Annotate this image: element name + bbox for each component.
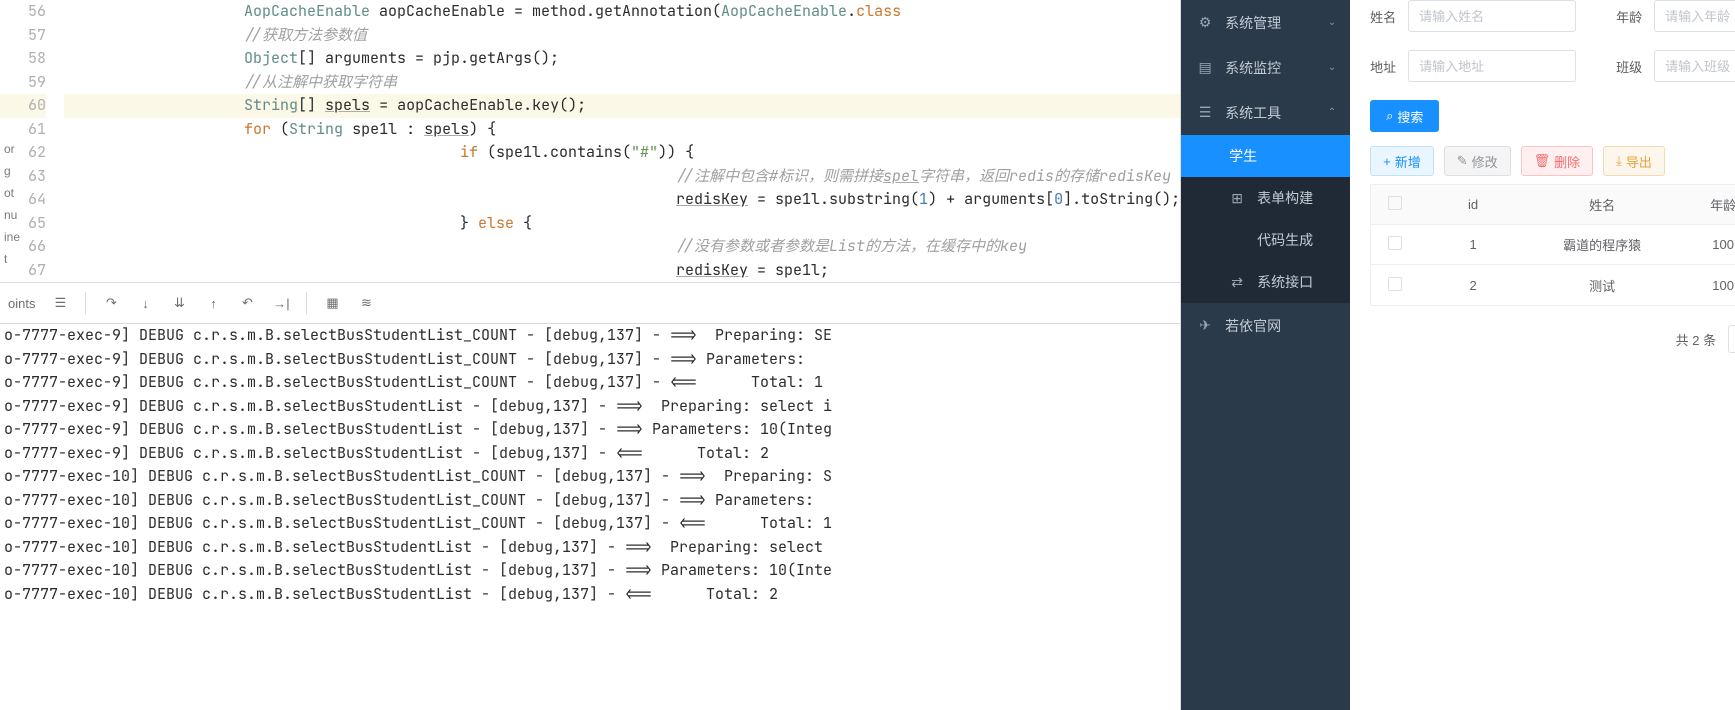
trash-icon: 🗑 [1534, 153, 1551, 169]
table-header: id 姓名 年龄 地址 班级 [1371, 185, 1735, 225]
col-age: 年龄 [1677, 195, 1735, 214]
row-checkbox[interactable] [1388, 277, 1402, 291]
sidebar-item-系统工具[interactable]: ☰ 系统工具 ⌃ [1181, 90, 1350, 135]
force-step-icon[interactable]: ⇊ [170, 294, 188, 312]
cell-age: 100 [1677, 278, 1735, 293]
col-id: id [1419, 197, 1527, 212]
sidebar-item-系统管理[interactable]: ⚙ 系统管理 ⌄ [1181, 0, 1350, 45]
page-size-select[interactable]: 10条/页 [1728, 325, 1735, 353]
ide-pane: 565758596061626364656667 AopCacheEnable … [0, 0, 1181, 710]
pager-total: 共 2 条 [1676, 330, 1716, 349]
trace-icon[interactable]: ≋ [357, 294, 375, 312]
sidebar-item-若依官网[interactable]: ✈ 若依官网 [1181, 303, 1350, 348]
label-name: 姓名 [1370, 7, 1398, 26]
label-age: 年龄 [1616, 7, 1644, 26]
menu-icon: ▤ [1197, 59, 1213, 76]
cell-age: 100 [1677, 237, 1735, 252]
evaluate-icon[interactable]: ▦ [323, 294, 341, 312]
data-table: id 姓名 年龄 地址 班级 1霸道的程序猿100CSDN程序猿一班2测试100… [1370, 184, 1735, 306]
sidebar-item-label: 若依官网 [1225, 316, 1281, 336]
export-button[interactable]: ⤓ 导出 [1603, 146, 1665, 176]
separator [85, 292, 86, 314]
download-icon: ⤓ [1616, 153, 1622, 169]
menu-icon: ☰ [1197, 104, 1213, 121]
addr-input[interactable] [1408, 50, 1576, 82]
chevron-icon: ⌃ [1328, 107, 1336, 118]
sidebar-item-代码生成[interactable]: 代码生成 [1181, 219, 1350, 261]
sidebar-item-label: 系统管理 [1225, 13, 1281, 33]
class-input[interactable] [1654, 50, 1735, 82]
edit-button[interactable]: ✎ 修改 [1444, 146, 1511, 176]
chevron-icon: ⌄ [1328, 17, 1336, 28]
chevron-icon: ⌄ [1328, 62, 1336, 73]
label-addr: 地址 [1370, 57, 1398, 76]
filter-bar: 姓名 年龄 地址 班级 ⌕ 搜索 [1370, 0, 1735, 144]
debug-toolbar: oints ☰ ↷ ↓ ⇊ ↑ ↶ →| ▦ ≋ [0, 282, 1180, 324]
select-all-checkbox[interactable] [1388, 196, 1402, 210]
menu-icon: ⚙ [1197, 14, 1213, 31]
row-checkbox[interactable] [1388, 236, 1402, 250]
menu-icon: ⊞ [1229, 190, 1245, 207]
pencil-icon: ✎ [1457, 153, 1468, 169]
code-editor[interactable]: 565758596061626364656667 AopCacheEnable … [0, 0, 1180, 282]
search-button[interactable]: ⌕ 搜索 [1370, 100, 1439, 132]
run-to-cursor-icon[interactable]: →| [272, 294, 290, 312]
step-into-icon[interactable]: ↓ [136, 294, 154, 312]
sidebar-item-系统接口[interactable]: ⇄ 系统接口 [1181, 261, 1350, 303]
menu-icon: ✈ [1197, 317, 1213, 334]
list-icon[interactable]: ☰ [51, 294, 69, 312]
drop-frame-icon[interactable]: ↶ [238, 294, 256, 312]
sidebar-item-学生[interactable]: 学生 [1181, 135, 1350, 177]
sidebar-item-表单构建[interactable]: ⊞ 表单构建 [1181, 177, 1350, 219]
separator [306, 292, 307, 314]
sidebar-item-label: 系统监控 [1225, 58, 1281, 78]
sidebar-item-label: 系统工具 [1225, 103, 1281, 123]
sidebar-item-label: 系统接口 [1257, 272, 1313, 292]
name-input[interactable] [1408, 0, 1576, 32]
sidebar-item-系统监控[interactable]: ▤ 系统监控 ⌄ [1181, 45, 1350, 90]
cell-name: 测试 [1527, 276, 1677, 295]
step-out-icon[interactable]: ↑ [204, 294, 222, 312]
pagination: 共 2 条 10条/页 ‹ 1 [1370, 306, 1735, 372]
label-class: 班级 [1616, 57, 1644, 76]
sidebar-item-label: 学生 [1229, 146, 1257, 166]
menu-icon: ⇄ [1229, 274, 1245, 291]
admin-sidebar: ⚙ 系统管理 ⌄ ▤ 系统监控 ⌄ ☰ 系统工具 ⌃ 学生 ⊞ 表单构建代码生成 ⇄ 系统接口 ✈ 若依官网 [1181, 0, 1350, 710]
table-row[interactable]: 1霸道的程序猿100CSDN程序猿一班 [1371, 225, 1735, 265]
cell-id: 2 [1419, 278, 1527, 293]
left-gutter-fragments: orgotnuinet [0, 140, 24, 268]
table-row[interactable]: 2测试100山东二班123456 [1371, 265, 1735, 305]
sidebar-item-label: 代码生成 [1257, 230, 1313, 250]
col-name: 姓名 [1527, 195, 1677, 214]
action-bar: + 新增 ✎ 修改 🗑 删除 ⤓ 导出 [1370, 146, 1735, 176]
cell-name: 霸道的程序猿 [1527, 235, 1677, 254]
search-icon: ⌕ [1386, 108, 1393, 124]
plus-icon: + [1383, 154, 1391, 169]
content-pane: 姓名 年龄 地址 班级 ⌕ 搜索 + 新增 ✎ 修改 🗑 删除 ⤓ 导出 id … [1350, 0, 1735, 710]
add-button[interactable]: + 新增 [1370, 146, 1434, 176]
sidebar-item-label: 表单构建 [1257, 188, 1313, 208]
step-over-icon[interactable]: ↷ [102, 294, 120, 312]
cell-id: 1 [1419, 237, 1527, 252]
console-output[interactable]: o-7777-exec-9] DEBUG c.r.s.m.B.selectBus… [0, 324, 1180, 710]
delete-button[interactable]: 🗑 删除 [1521, 146, 1594, 176]
breakpoints-label: oints [8, 296, 35, 311]
age-input[interactable] [1654, 0, 1735, 32]
